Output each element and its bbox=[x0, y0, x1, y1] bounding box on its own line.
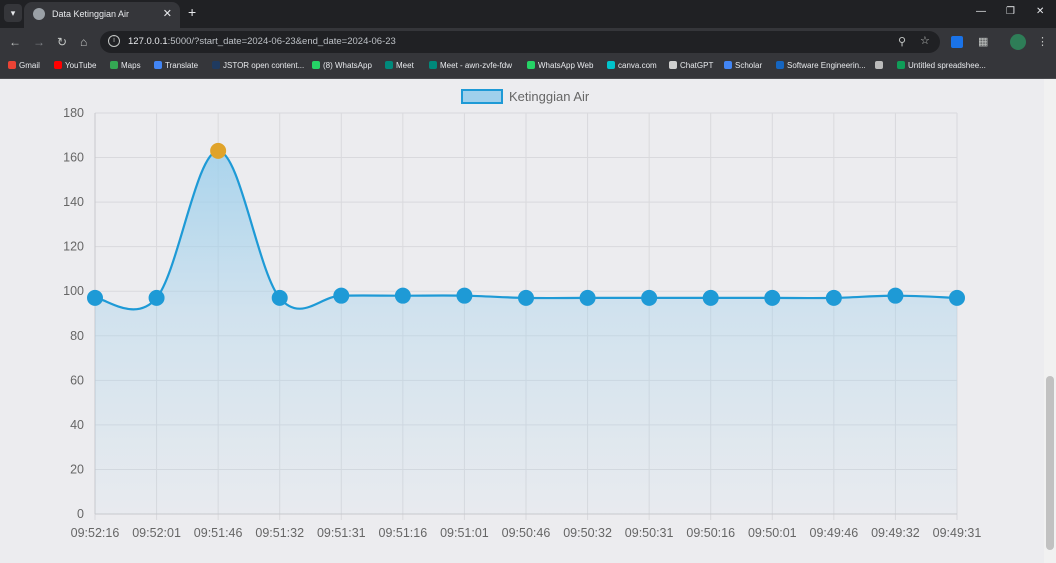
x-tick-label: 09:51:31 bbox=[317, 526, 366, 540]
y-tick-label: 100 bbox=[63, 284, 84, 298]
x-tick-label: 09:50:46 bbox=[502, 526, 551, 540]
data-point[interactable] bbox=[825, 289, 842, 306]
data-point[interactable] bbox=[949, 289, 965, 306]
x-tick-label: 09:49:46 bbox=[810, 526, 859, 540]
legend-swatch[interactable] bbox=[461, 89, 503, 104]
y-tick-label: 80 bbox=[70, 329, 84, 343]
x-tick-label: 09:50:01 bbox=[748, 526, 797, 540]
x-tick-label: 09:51:16 bbox=[379, 526, 428, 540]
water-level-chart: 0 20 40 60 80 100 120 140 160 180 09:52:16 09:52:01… bbox=[63, 89, 982, 540]
x-tick-label: 09:51:01 bbox=[440, 526, 489, 540]
x-tick-label: 09:52:01 bbox=[132, 526, 181, 540]
data-point[interactable] bbox=[641, 289, 658, 306]
data-point[interactable] bbox=[887, 287, 904, 304]
data-point[interactable] bbox=[148, 289, 165, 306]
x-tick-label: 09:50:31 bbox=[625, 526, 674, 540]
data-point[interactable] bbox=[518, 289, 534, 306]
y-tick-label: 0 bbox=[77, 507, 84, 521]
y-tick-label: 140 bbox=[63, 195, 84, 209]
x-tick-label: 09:49:31 bbox=[933, 526, 982, 540]
x-tick-label: 09:51:32 bbox=[255, 526, 304, 540]
scrollbar-thumb[interactable] bbox=[1046, 376, 1054, 550]
data-point[interactable] bbox=[456, 287, 473, 304]
y-tick-label: 40 bbox=[70, 418, 84, 432]
data-point[interactable] bbox=[579, 289, 596, 306]
data-point[interactable] bbox=[702, 289, 719, 306]
y-tick-label: 180 bbox=[63, 106, 84, 120]
y-tick-label: 20 bbox=[70, 462, 84, 476]
y-tick-label: 120 bbox=[63, 240, 84, 254]
x-tick-label: 09:50:32 bbox=[563, 526, 612, 540]
x-tick-label: 09:50:16 bbox=[686, 526, 735, 540]
x-tick-label: 09:52:16 bbox=[71, 526, 120, 540]
data-point[interactable] bbox=[394, 287, 411, 304]
y-tick-label: 60 bbox=[70, 373, 84, 387]
x-tick-label: 09:51:46 bbox=[194, 526, 243, 540]
data-point[interactable] bbox=[271, 289, 288, 306]
data-point[interactable] bbox=[764, 289, 781, 306]
y-tick-label: 160 bbox=[63, 151, 84, 165]
legend-label[interactable]: Ketinggian Air bbox=[509, 89, 590, 104]
data-point[interactable] bbox=[333, 287, 350, 304]
x-tick-label: 09:49:32 bbox=[871, 526, 920, 540]
data-point-highlighted[interactable] bbox=[210, 142, 227, 159]
data-point[interactable] bbox=[87, 289, 103, 306]
